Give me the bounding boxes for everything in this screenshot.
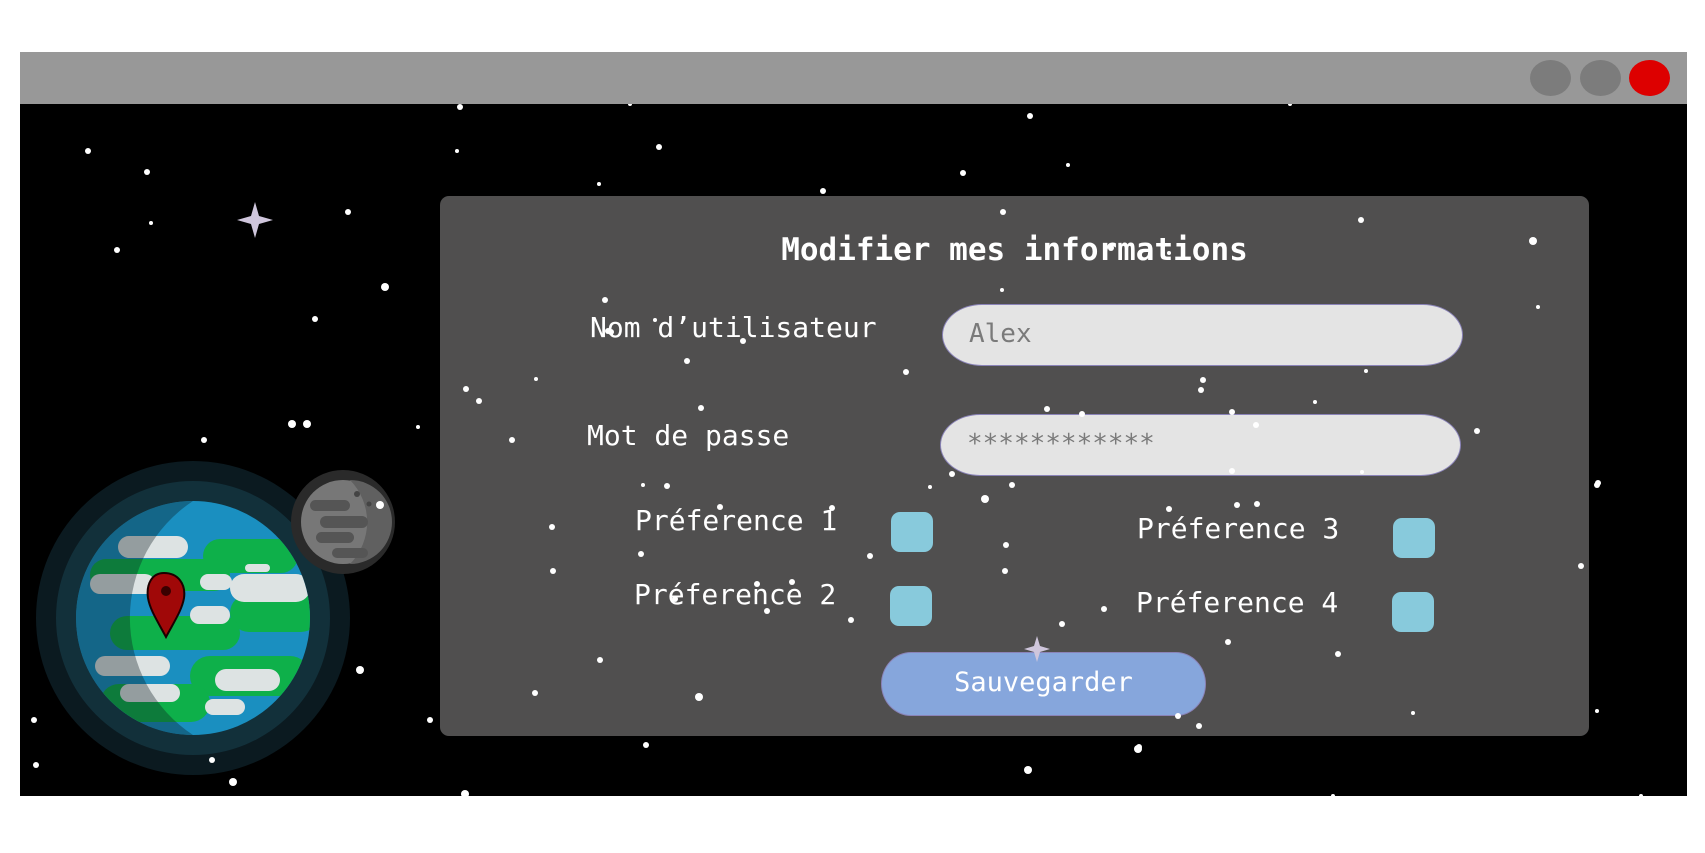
- preference-4-label: Préference 4: [1136, 586, 1339, 619]
- username-label: Nom d’utilisateur: [590, 311, 877, 344]
- form-title: Modifier mes informations: [781, 232, 1248, 268]
- password-field[interactable]: ************: [940, 414, 1461, 476]
- maximize-button[interactable]: [1580, 60, 1621, 96]
- save-button[interactable]: Sauvegarder: [881, 652, 1206, 716]
- preference-4-checkbox[interactable]: [1392, 592, 1434, 632]
- preference-2-label: Préference 2: [634, 578, 837, 611]
- password-label: Mot de passe: [587, 419, 790, 452]
- preference-3-checkbox[interactable]: [1393, 518, 1435, 558]
- username-field[interactable]: Alex: [942, 304, 1463, 366]
- preference-2-checkbox[interactable]: [890, 586, 932, 626]
- moon-icon: [291, 470, 395, 574]
- edit-profile-panel: Modifier mes informations Nom d’utilisat…: [440, 196, 1589, 736]
- close-button[interactable]: [1629, 60, 1670, 96]
- preference-1-checkbox[interactable]: [891, 512, 933, 552]
- minimize-button[interactable]: [1530, 60, 1571, 96]
- window-titlebar: [20, 52, 1687, 104]
- preference-1-label: Préference 1: [635, 504, 838, 537]
- app-window: Modifier mes informations Nom d’utilisat…: [20, 52, 1687, 796]
- preference-3-label: Préference 3: [1137, 512, 1340, 545]
